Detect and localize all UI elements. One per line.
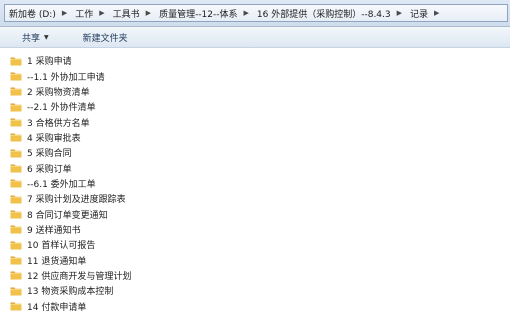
folder-icon [10,57,22,66]
address-bar: 新加卷 (D:) ▶ 工作 ▶ 工具书 ▶ 质量管理--12--体系 ▶ 16 外部提供（采购控… [0,0,510,27]
folder-icon [10,241,22,250]
folder-icon [10,72,22,81]
folder-name: 2 采购物资清单 [27,87,90,98]
breadcrumb-item[interactable]: 质量管理--12--体系 [155,5,239,21]
folder-icon [10,302,22,311]
folder-icon [10,103,22,112]
folder-item[interactable]: 9 送样通知书 [10,222,310,237]
breadcrumb-item[interactable]: 工作 [71,5,95,21]
folder-item[interactable]: 3 合格供方名单 [10,114,310,129]
folder-name: 3 合格供方名单 [27,118,90,129]
folder-icon [10,287,22,296]
folder-name: 10 首样认可报告 [27,241,96,252]
right-edge [504,48,510,319]
folder-name: 7 采购计划及进度跟踪表 [27,195,126,206]
folder-name: 13 物资采购成本控制 [27,287,114,298]
share-label: 共享 [22,33,41,44]
folder-item[interactable]: 5 采购合同 [10,145,310,160]
folder-name: 14 付款申请单 [27,302,87,313]
folder-item[interactable]: 14 付款申请单 [10,299,310,314]
folder-name: --1.1 外协加工申请 [27,72,105,83]
folder-name: --6.1 委外加工单 [27,179,96,190]
folder-item[interactable]: --2.1 外协件清单 [10,99,310,114]
folder-name: 11 退货通知单 [27,256,87,267]
folder-icon [10,87,22,96]
folder-icon [10,271,22,280]
folder-item[interactable]: 4 采购审批表 [10,130,310,145]
folder-item[interactable]: --6.1 委外加工单 [10,176,310,191]
folder-item[interactable]: --1.1 外协加工申请 [10,68,310,83]
folder-name: 4 采购审批表 [27,133,81,144]
breadcrumb[interactable]: 新加卷 (D:) ▶ 工作 ▶ 工具书 ▶ 质量管理--12--体系 ▶ 16 外部提供（采购控… [4,4,508,22]
command-toolbar: 共享 ▼ 新建文件夹 [0,27,510,48]
folder-item[interactable]: 10 首样认可报告 [10,237,310,252]
folder-name: 8 合同订单变更通知 [27,210,108,221]
new-folder-label: 新建文件夹 [82,33,128,44]
folder-name: 5 采购合同 [27,149,72,160]
file-list: 1 采购申请 --1.1 外协加工申请 2 采购物资清单 --2.1 外协件清单 3 合… [10,53,310,314]
folder-icon [10,164,22,173]
folder-icon [10,149,22,158]
folder-name: 9 送样通知书 [27,225,81,236]
folder-item[interactable]: 11 退货通知单 [10,252,310,267]
folder-name: 6 采购订单 [27,164,72,175]
breadcrumb-item[interactable]: 16 外部提供（采购控制）--8.4.3 [253,5,393,21]
folder-item[interactable]: 13 物资采购成本控制 [10,283,310,298]
folder-name: 12 供应商开发与管理计划 [27,271,132,282]
chevron-right-icon[interactable]: ▶ [240,9,253,17]
chevron-right-icon[interactable]: ▶ [58,9,71,17]
chevron-right-icon[interactable]: ▶ [393,9,406,17]
folder-name: 1 采购申请 [27,57,72,68]
folder-icon [10,210,22,219]
folder-icon [10,179,22,188]
folder-name: --2.1 外协件清单 [27,103,96,114]
share-button[interactable]: 共享 ▼ [22,31,49,44]
folder-item[interactable]: 7 采购计划及进度跟踪表 [10,191,310,206]
folder-icon [10,118,22,127]
folder-icon [10,256,22,265]
chevron-right-icon[interactable]: ▶ [95,9,108,17]
chevron-right-icon[interactable]: ▶ [430,9,443,17]
breadcrumb-item[interactable]: 新加卷 (D:) [5,5,58,21]
new-folder-button[interactable]: 新建文件夹 [83,31,128,44]
chevron-down-icon: ▼ [44,33,49,41]
folder-item[interactable]: 8 合同订单变更通知 [10,206,310,221]
folder-item[interactable]: 1 采购申请 [10,53,310,68]
folder-icon [10,133,22,142]
folder-item[interactable]: 2 采购物资清单 [10,84,310,99]
folder-icon [10,195,22,204]
folder-item[interactable]: 12 供应商开发与管理计划 [10,268,310,283]
breadcrumb-item[interactable]: 工具书 [109,5,142,21]
folder-item[interactable]: 6 采购订单 [10,160,310,175]
chevron-right-icon[interactable]: ▶ [142,9,155,17]
folder-icon [10,225,22,234]
breadcrumb-item[interactable]: 记录 [406,5,430,21]
